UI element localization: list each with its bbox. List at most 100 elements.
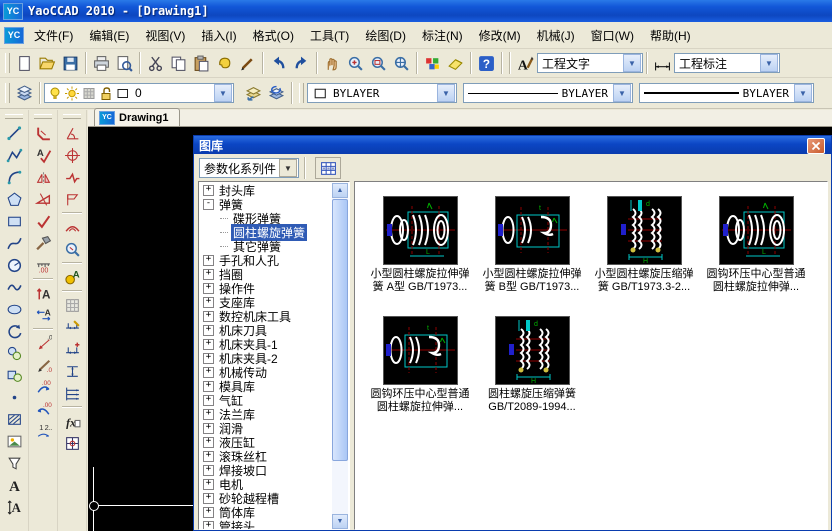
block-grid-icon[interactable]	[61, 432, 83, 454]
arc-leader-icon[interactable]: .00	[32, 376, 54, 398]
magnify-view-icon[interactable]	[61, 238, 83, 260]
leader-paint-icon[interactable]: .00	[32, 354, 54, 376]
toolbar-grip[interactable]	[5, 114, 23, 119]
sun-icon[interactable]	[64, 85, 80, 101]
library-thumbnail-3[interactable]: L 圆钩环压中心型普通圆柱螺旋拉伸弹...	[700, 192, 812, 310]
chamfer-icon[interactable]	[32, 122, 54, 144]
hatch-icon[interactable]	[3, 408, 25, 430]
open-icon[interactable]	[36, 52, 59, 75]
menu-item-8[interactable]: 修改(M)	[471, 24, 529, 47]
undo-icon[interactable]	[267, 52, 290, 75]
text-style-combo[interactable]: 工程文字 ▼	[537, 53, 643, 73]
jog-icon[interactable]	[61, 166, 83, 188]
line-icon[interactable]	[3, 122, 25, 144]
eraser-icon[interactable]	[444, 52, 467, 75]
zoom-window-icon[interactable]	[367, 52, 390, 75]
format-painter-icon[interactable]	[213, 52, 236, 75]
grid-view-icon[interactable]	[315, 157, 341, 179]
print-preview-icon[interactable]	[113, 52, 136, 75]
menu-item-4[interactable]: 格式(O)	[245, 24, 302, 47]
new-icon[interactable]	[13, 52, 36, 75]
text-vertical-icon[interactable]: A	[3, 496, 25, 518]
zoom-extents-icon[interactable]	[390, 52, 413, 75]
pan-icon[interactable]	[321, 52, 344, 75]
spring-preview-image[interactable]: t	[383, 316, 458, 385]
save-icon[interactable]	[59, 52, 82, 75]
library-thumbnail-0[interactable]: L 小型圆柱螺旋拉伸弹簧 A型 GB/T1973...	[364, 192, 476, 310]
expand-icon[interactable]: +	[203, 381, 214, 392]
redo-icon[interactable]	[290, 52, 313, 75]
toolbar-grip[interactable]	[34, 114, 52, 119]
expand-icon[interactable]: +	[203, 255, 214, 266]
rotate-icon[interactable]	[3, 320, 25, 342]
expand-icon[interactable]: +	[203, 269, 214, 280]
menu-item-9[interactable]: 机械(J)	[529, 24, 583, 47]
collapse-icon[interactable]: -	[203, 199, 214, 210]
polygon-icon[interactable]	[3, 188, 25, 210]
measure-icon[interactable]: .00	[32, 254, 54, 276]
leader-icon[interactable]: .00	[32, 332, 54, 354]
cut-icon[interactable]	[144, 52, 167, 75]
expand-icon[interactable]: +	[203, 465, 214, 476]
spring-preview-image[interactable]: L	[383, 196, 458, 265]
expand-icon[interactable]: +	[203, 283, 214, 294]
angular-icon[interactable]	[61, 122, 83, 144]
mirror-icon[interactable]	[32, 166, 54, 188]
expand-icon[interactable]: +	[203, 325, 214, 336]
chevron-down-icon[interactable]: ▼	[613, 84, 631, 102]
expand-icon[interactable]: +	[203, 409, 214, 420]
linetype-combo[interactable]: BYLAYER ▼	[463, 83, 633, 103]
text-swap-icon[interactable]: A	[32, 304, 54, 326]
library-thumbnail-5[interactable]: d H圆柱螺旋压缩弹簧GB/T2089-1994...	[476, 312, 588, 430]
center-mark-icon[interactable]	[61, 144, 83, 166]
style-ball-icon[interactable]: A	[61, 266, 83, 288]
grid-snap-icon[interactable]	[61, 294, 83, 316]
scroll-up-icon[interactable]: ▲	[332, 183, 348, 198]
dim-update-icon[interactable]	[61, 338, 83, 360]
menu-item-7[interactable]: 标注(N)	[414, 24, 471, 47]
menu-item-6[interactable]: 绘图(D)	[357, 24, 414, 47]
text-style-icon[interactable]: A	[514, 52, 537, 75]
menu-item-0[interactable]: 文件(F)	[26, 24, 81, 47]
chevron-down-icon[interactable]: ▼	[794, 84, 812, 102]
window-titlebar[interactable]: YC YaoCCAD 2010 - [Drawing1]	[0, 0, 832, 22]
dialog-titlebar[interactable]: 图库	[194, 136, 831, 154]
dim-style-combo[interactable]: 工程标注 ▼	[674, 53, 780, 73]
spellcheck-icon[interactable]: A	[32, 144, 54, 166]
freeze-icon[interactable]	[81, 85, 97, 101]
scroll-down-icon[interactable]: ▼	[332, 514, 348, 529]
tree-item-24[interactable]: +管接头	[200, 519, 332, 529]
lock-icon[interactable]	[98, 85, 114, 101]
arc-leader-2-icon[interactable]: .00	[32, 398, 54, 420]
expand-icon[interactable]: +	[203, 297, 214, 308]
point-icon[interactable]	[3, 386, 25, 408]
tree-label[interactable]: 管接头	[217, 518, 257, 530]
help-icon[interactable]: ?	[475, 52, 498, 75]
copy-icon[interactable]	[167, 52, 190, 75]
library-thumbnail-1[interactable]: t 小型圆柱螺旋拉伸弹簧 B型 GB/T1973...	[476, 192, 588, 310]
spring-preview-image[interactable]: t	[495, 196, 570, 265]
toolbar-grip[interactable]	[5, 83, 10, 103]
menu-item-1[interactable]: 编辑(E)	[81, 24, 137, 47]
menu-item-2[interactable]: 视图(V)	[137, 24, 193, 47]
expand-icon[interactable]: +	[203, 311, 214, 322]
dim-baseline-icon[interactable]	[61, 382, 83, 404]
category-combo[interactable]: 参数化系列件 ▼	[199, 158, 299, 178]
expand-icon[interactable]: +	[203, 367, 214, 378]
menu-item-3[interactable]: 插入(I)	[193, 24, 244, 47]
dim-style-icon[interactable]	[651, 52, 674, 75]
expand-icon[interactable]: +	[203, 451, 214, 462]
expand-icon[interactable]: +	[203, 185, 214, 196]
expand-icon[interactable]: +	[203, 395, 214, 406]
group-icon[interactable]	[3, 364, 25, 386]
print-icon[interactable]	[90, 52, 113, 75]
expand-icon[interactable]: +	[203, 437, 214, 448]
close-icon[interactable]	[807, 138, 825, 154]
swatch-icon[interactable]	[115, 85, 131, 101]
expand-icon[interactable]: +	[203, 339, 214, 350]
toolbar-grip[interactable]	[5, 53, 10, 73]
fx-icon[interactable]: fx	[61, 410, 83, 432]
dim-edit-icon[interactable]	[61, 316, 83, 338]
arc-icon[interactable]	[3, 166, 25, 188]
pencil-icon[interactable]	[236, 52, 259, 75]
